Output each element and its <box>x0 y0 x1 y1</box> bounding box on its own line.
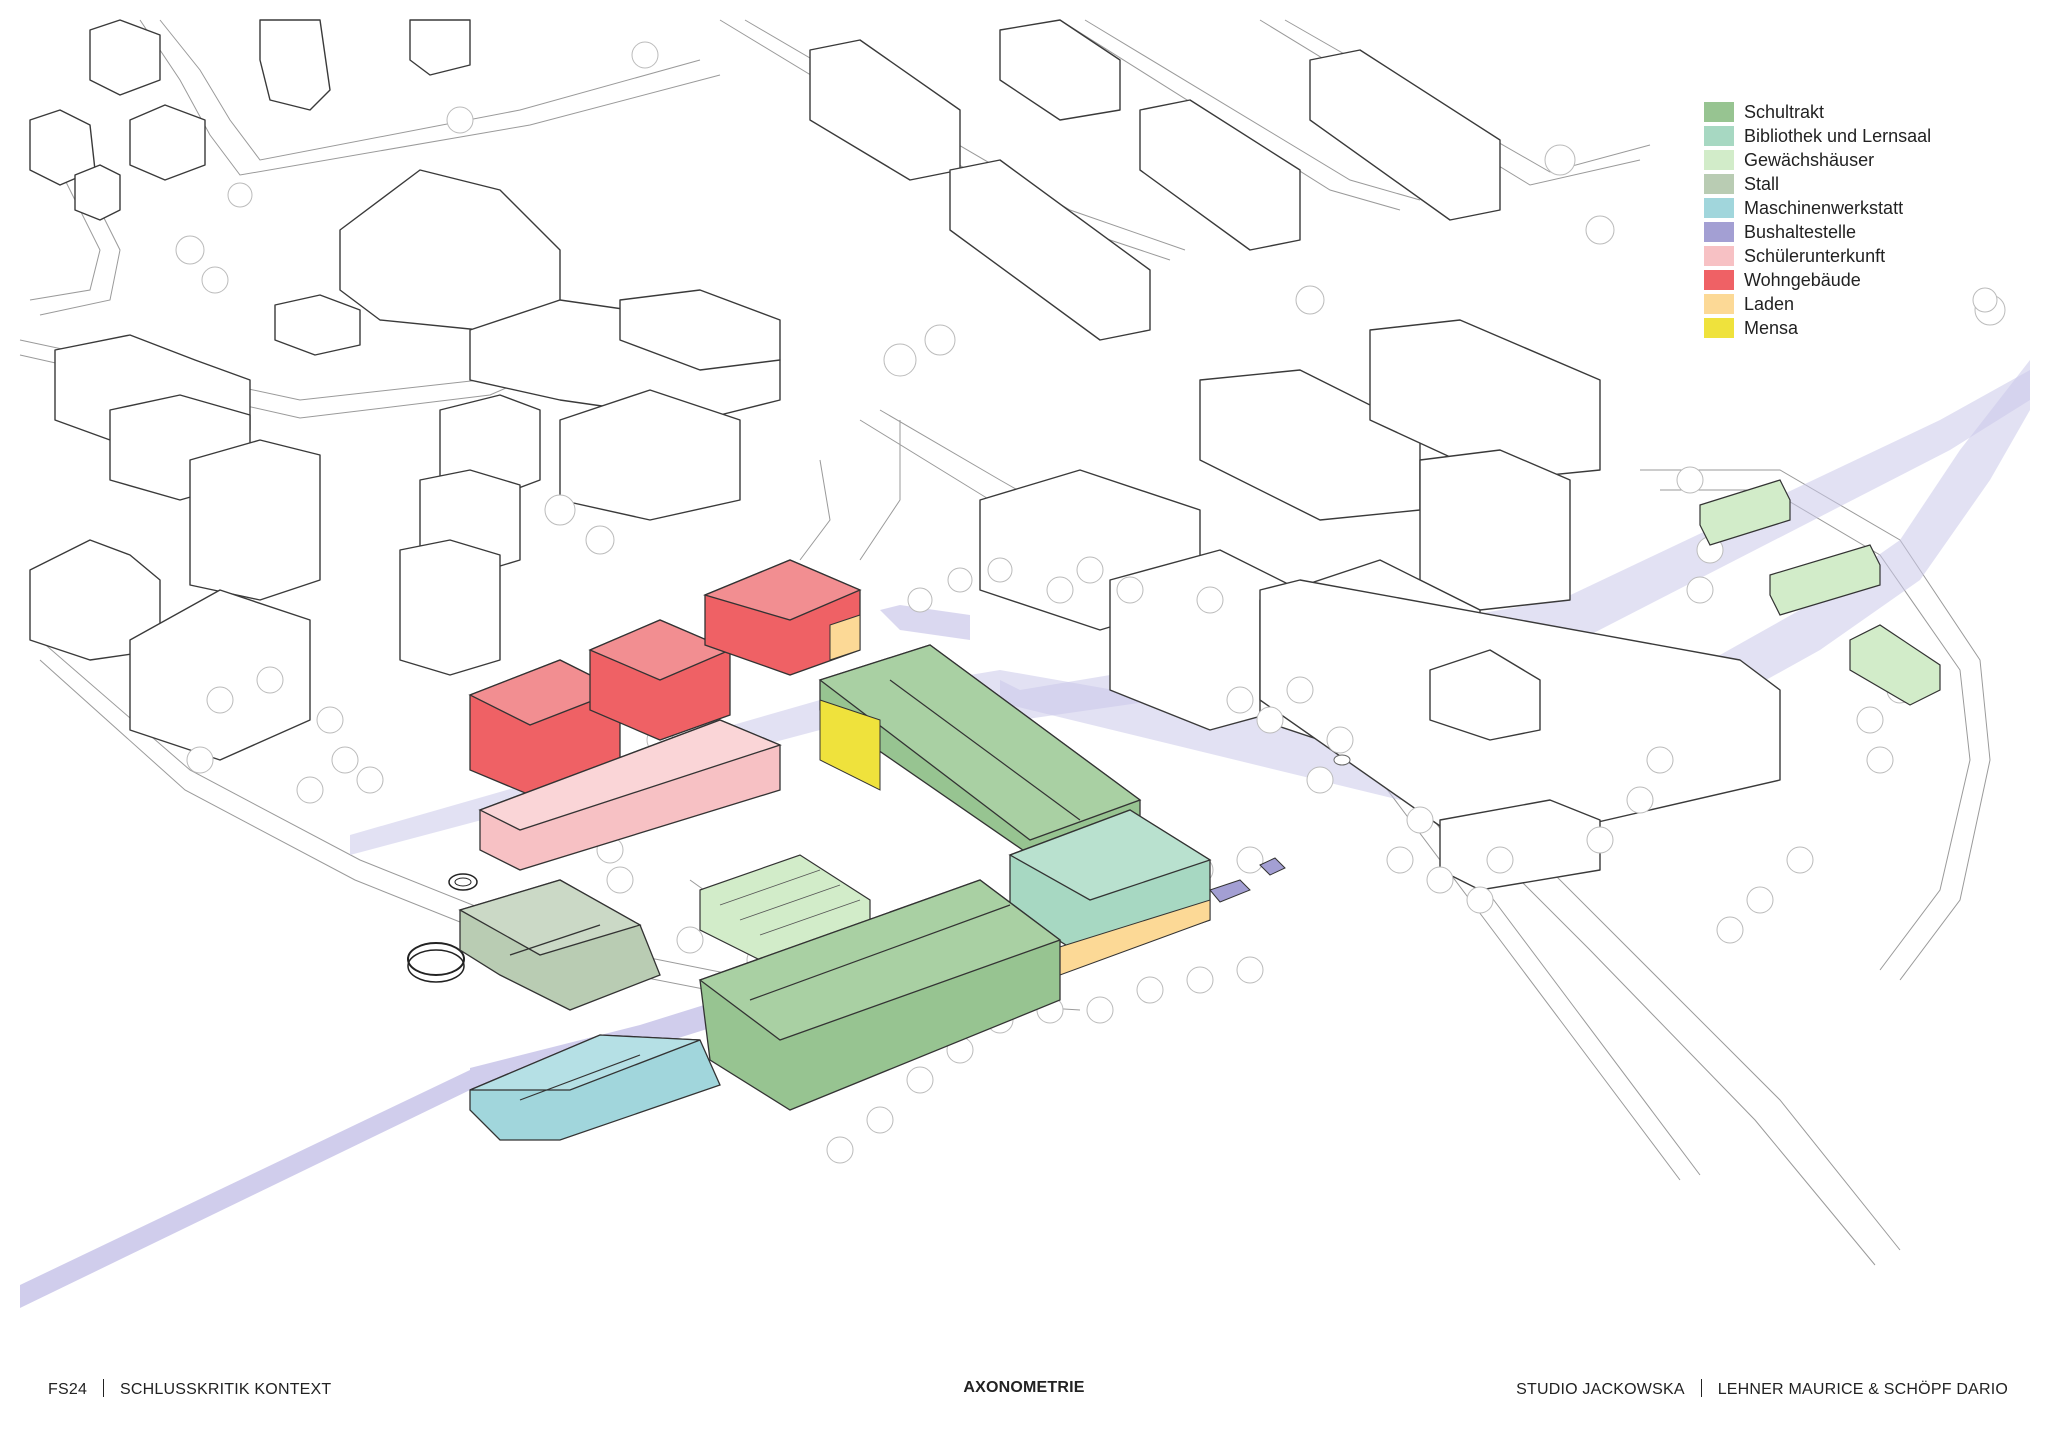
legend-label: Laden <box>1744 294 1795 314</box>
footer-studio: STUDIO JACKOWSKA <box>1516 1381 1685 1398</box>
legend-swatch <box>1704 198 1734 218</box>
legend-item: Stall <box>1704 172 2034 196</box>
legend-label: Maschinenwerkstatt <box>1744 198 1904 218</box>
legend-label: Stall <box>1744 174 1780 194</box>
legend-label: Wohngebäude <box>1744 270 1861 290</box>
legend-swatch <box>1704 150 1734 170</box>
legend-label: Mensa <box>1744 318 1799 338</box>
legend-swatch <box>1704 174 1734 194</box>
legend-item: Maschinenwerkstatt <box>1704 196 2034 220</box>
legend-item: Laden <box>1704 292 2034 316</box>
legend-swatch <box>1704 102 1734 122</box>
legend-item: Schülerunterkunft <box>1704 244 2034 268</box>
legend-item: Wohngebäude <box>1704 268 2034 292</box>
legend-label: Bibliothek und Lernsaal <box>1744 126 1932 146</box>
legend-swatch <box>1704 222 1734 242</box>
legend-item: Schultrakt <box>1704 100 2034 124</box>
building-maschinenwerkstatt <box>469 1034 721 1141</box>
legend-label: Schultrakt <box>1744 102 1825 122</box>
legend-item: Bibliothek und Lernsaal <box>1704 124 2034 148</box>
legend-item: Gewächshäuser <box>1704 148 2034 172</box>
legend-swatch <box>1704 126 1734 146</box>
legend-label: Gewächshäuser <box>1744 150 1875 170</box>
legend-swatch <box>1704 294 1734 314</box>
legend: Schultrakt Bibliothek und Lernsaal Gewächs… <box>1704 100 2034 340</box>
legend-swatch <box>1704 318 1734 338</box>
legend-swatch <box>1704 246 1734 266</box>
legend-label: Bushaltestelle <box>1744 222 1857 242</box>
legend-swatch <box>1704 270 1734 290</box>
footer-authors: LEHNER MAURICE & SCHÖPF DARIO <box>1717 1381 2008 1398</box>
footer-right: STUDIO JACKOWSKA LEHNER MAURICE & SCHÖPF … <box>1516 1379 2008 1399</box>
footer-separator <box>1700 1379 1702 1397</box>
building-stall <box>458 879 661 1011</box>
legend-item: Mensa <box>1704 316 2034 340</box>
legend-label: Schülerunterkunft <box>1744 246 1886 266</box>
footer-drawing-title: AXONOMETRIE <box>963 1379 1085 1396</box>
legend-item: Bushaltestelle <box>1704 220 2034 244</box>
